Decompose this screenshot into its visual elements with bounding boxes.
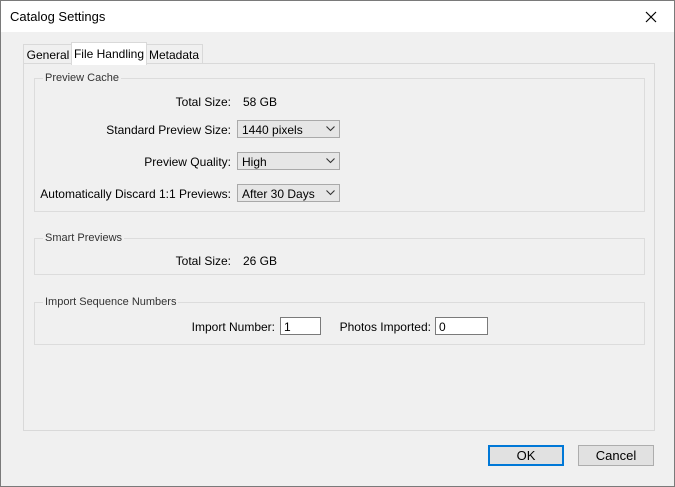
- cancel-button[interactable]: Cancel: [578, 445, 654, 466]
- preview-quality-select[interactable]: High: [237, 152, 340, 170]
- preview-total-size-value: 58 GB: [243, 95, 278, 109]
- tab-file-handling-label: File Handling: [73, 47, 145, 61]
- preview-quality-value: High: [242, 155, 267, 169]
- smart-previews-legend: Smart Previews: [43, 232, 125, 244]
- preview-cache-group: Preview Cache Total Size: 58 GB Standard…: [34, 72, 645, 212]
- chevron-down-icon: [326, 126, 335, 132]
- photos-imported-label: Photos Imported:: [339, 320, 431, 334]
- standard-preview-size-label: Standard Preview Size:: [106, 123, 231, 137]
- chevron-down-icon: [326, 190, 335, 196]
- smart-previews-group: Smart Previews Total Size: 26 GB: [34, 232, 645, 275]
- tab-general[interactable]: General: [23, 44, 73, 64]
- preview-cache-legend: Preview Cache: [43, 72, 121, 84]
- preview-total-size-label: Total Size:: [175, 95, 231, 109]
- ok-button[interactable]: OK: [488, 445, 564, 466]
- catalog-settings-dialog: Catalog Settings General File Handling M…: [0, 0, 675, 487]
- discard-previews-label: Automatically Discard 1:1 Previews:: [40, 187, 231, 201]
- tab-general-label: General: [26, 47, 70, 62]
- close-button[interactable]: [628, 1, 674, 32]
- cancel-button-label: Cancel: [595, 448, 637, 463]
- discard-previews-select[interactable]: After 30 Days: [237, 184, 340, 202]
- chevron-down-icon: [326, 158, 335, 164]
- discard-previews-value: After 30 Days: [242, 187, 315, 201]
- ok-button-label: OK: [516, 448, 536, 463]
- standard-preview-size-value: 1440 pixels: [242, 123, 303, 137]
- file-handling-panel: Preview Cache Total Size: 58 GB Standard…: [23, 63, 655, 431]
- preview-quality-label: Preview Quality:: [144, 155, 231, 169]
- import-sequence-legend: Import Sequence Numbers: [43, 296, 179, 308]
- window-title: Catalog Settings: [10, 9, 106, 24]
- tab-file-handling[interactable]: File Handling: [71, 42, 147, 65]
- tab-metadata-label: Metadata: [148, 47, 200, 62]
- import-number-value: 1: [284, 320, 291, 334]
- photos-imported-value: 0: [439, 320, 446, 334]
- smart-total-size-label: Total Size:: [175, 254, 231, 268]
- import-number-label: Import Number:: [191, 320, 275, 334]
- standard-preview-size-select[interactable]: 1440 pixels: [237, 120, 340, 138]
- close-icon: [645, 11, 657, 22]
- import-number-field[interactable]: 1: [280, 317, 321, 335]
- photos-imported-field[interactable]: 0: [435, 317, 488, 335]
- smart-total-size-value: 26 GB: [243, 254, 278, 268]
- tab-metadata[interactable]: Metadata: [145, 44, 203, 64]
- title-bar: Catalog Settings: [1, 1, 674, 32]
- import-sequence-group: Import Sequence Numbers Import Number: 1…: [34, 296, 645, 345]
